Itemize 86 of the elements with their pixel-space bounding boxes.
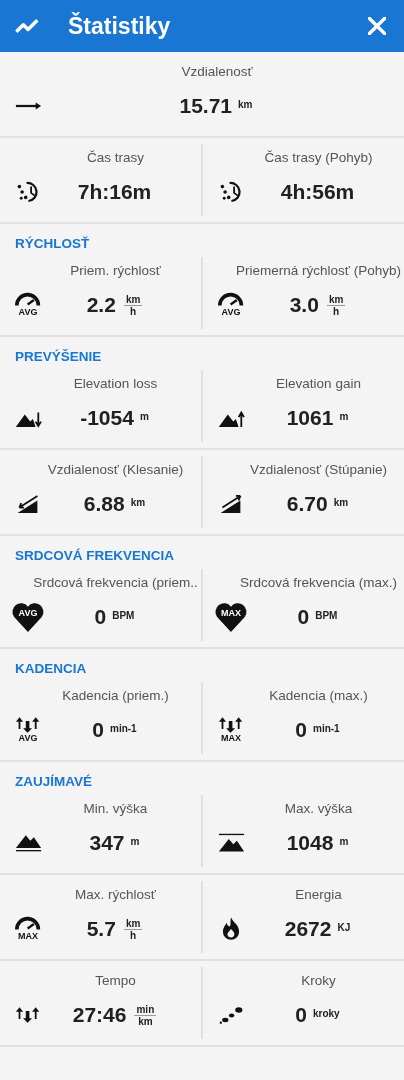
stat-unit: BPM [315,609,338,621]
unit-numerator: km [123,917,143,930]
icon-caption: MAX [221,733,241,744]
icon-caption: AVG [18,733,38,744]
stat-unit: m [130,835,140,847]
stat-value: 7h:16m [77,180,152,204]
unit-numerator: km [326,293,346,306]
stat-value: 0 [295,1003,307,1027]
stat-value: 5.7 [86,917,116,941]
stat-label: Kadencia (priem.) [61,688,170,703]
icon-caption: AVG [18,307,38,318]
mountains-icon [217,833,245,853]
stat-label: Vzdialenosť (Stúpanie) [248,462,389,477]
section-heading: KADENCIA [14,660,88,676]
stat-unit: m [139,410,149,422]
footsteps-icon [218,1006,244,1024]
screen-title: Štatistiky [68,12,172,40]
stat-label: Čas trasy [86,150,145,165]
stat-value: 347 [89,831,125,855]
gauge-icon [15,916,41,932]
stat-label: Elevation loss [72,376,159,391]
unit-denominator: h [333,305,340,317]
stat-label: Elevation gain [275,376,362,391]
stat-label: Priem. rýchlosť [69,263,162,278]
icon-caption: AVG [221,307,241,318]
stat-unit: BPM [112,609,135,621]
stat-value: 1048 [286,831,334,855]
stat-label: Srdcová frekvencia (max.) [239,575,398,590]
unit-numerator: km [123,293,143,306]
icon-caption: AVG [17,607,39,618]
arrows-icon [15,716,41,734]
arrow-icon [14,101,42,111]
stat-label: Tempo [94,973,137,988]
heart-icon [13,600,43,634]
icon-caption: MAX [18,931,38,942]
section-heading: RÝCHLOSŤ [14,235,91,251]
close-icon [368,17,386,35]
stat-value: 0 [94,605,107,629]
stat-label: Srdcová frekvencia (priem.. [32,575,199,590]
stat-value: 1061 [286,406,334,430]
stat-label: Vzdialenosť [180,64,254,79]
gauge-icon [218,292,244,308]
flame-icon [222,916,240,942]
mountains-icon [14,834,42,852]
stat-value: 3.0 [289,293,319,317]
stat-unit: kroky [313,1007,340,1019]
stat-label: Priemerná rýchlosť (Pohyb) [235,263,402,278]
unit-denominator: h [130,305,137,317]
stat-unit: km [238,98,253,110]
unit-numerator: min [134,1003,157,1016]
stat-label: Max. výška [283,801,354,816]
stat-unit: m [339,410,349,422]
arrows-icon [218,716,244,734]
icon-caption: MAX [220,607,242,618]
unit-denominator: h [130,929,137,941]
stat-label: Energia [294,887,343,902]
stat-value: 6.70 [286,492,328,516]
stat-label: Min. výška [82,801,149,816]
stat-label: Max. rýchlosť [74,887,157,902]
stat-unit: min-1 [313,722,340,734]
stat-unit: km [130,496,146,508]
stat-unit: KJ [337,921,351,933]
gauge-icon [15,292,41,308]
section-heading: PREVÝŠENIE [14,348,103,364]
arrows-icon [15,1006,41,1024]
stat-value: 15.71 [179,94,233,118]
stat-label: Kroky [300,973,337,988]
stat-value: 2.2 [86,293,116,317]
heart-icon [216,600,246,634]
unit-denominator: km [138,1015,153,1027]
stat-unit: m [339,835,349,847]
stat-label: Vzdialenosť (Klesanie) [46,462,185,477]
stat-unit: min-1 [110,722,137,734]
stat-value: 0 [295,718,307,742]
section-heading: SRDCOVÁ FREKVENCIA [14,547,175,563]
stat-label: Kadencia (max.) [268,688,369,703]
stat-value: 0 [92,718,104,742]
stat-value: 6.88 [83,492,125,516]
stat-value: 4h:56m [280,180,355,204]
stat-unit: km [333,496,349,508]
stat-value: -1054 [80,406,134,430]
stat-value: 0 [297,605,310,629]
stat-label: Čas trasy (Pohyb) [263,150,374,165]
stat-value: 2672 [284,917,332,941]
section-heading: ZAUJÍMAVÉ [14,773,93,789]
stat-value: 27:46 [72,1003,127,1027]
